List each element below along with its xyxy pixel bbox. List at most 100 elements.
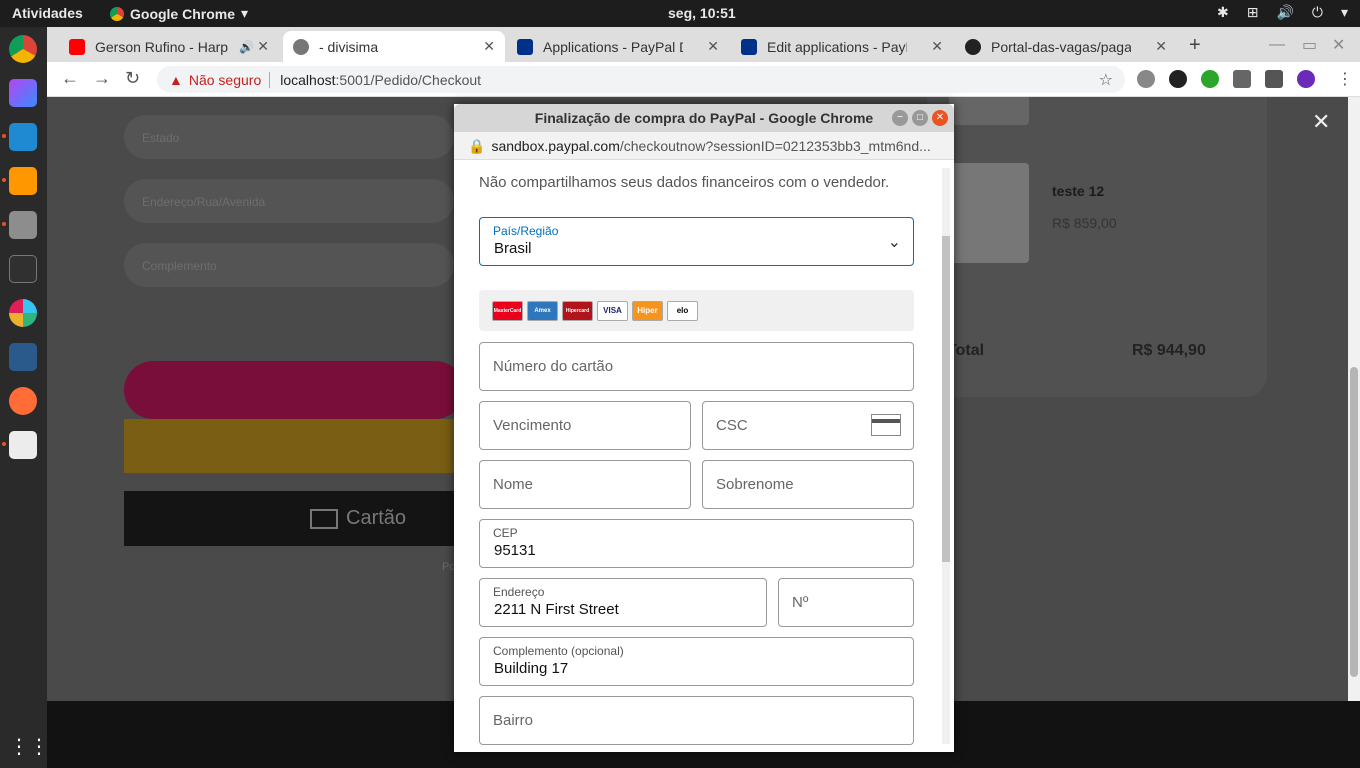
close-icon[interactable]: ✕ xyxy=(483,38,495,55)
sublime-dock-icon[interactable] xyxy=(9,167,37,195)
restore-icon[interactable]: ▭ xyxy=(1302,35,1317,55)
profile-avatar[interactable] xyxy=(1297,70,1315,88)
new-tab-button[interactable]: + xyxy=(1189,34,1201,57)
product-price: R$ 859,00 xyxy=(1052,215,1117,231)
files-dock-icon[interactable] xyxy=(9,211,37,239)
hipercard-icon: Hipercard xyxy=(562,300,593,321)
minimize-icon[interactable]: − xyxy=(892,110,908,126)
complement-input[interactable]: Complemento (opcional) Building 17 xyxy=(479,637,914,686)
back-icon[interactable]: ← xyxy=(61,68,79,89)
activities-button[interactable]: Atividades xyxy=(12,5,83,21)
visa-icon: VISA xyxy=(597,300,628,321)
show-apps-icon[interactable]: ⋮⋮ xyxy=(9,733,49,761)
clock[interactable]: seg, 10:51 xyxy=(668,5,736,21)
card-number-placeholder: Número do cartão xyxy=(493,358,614,375)
warning-icon[interactable]: ▲ xyxy=(169,72,183,88)
tab-paypal-applications[interactable]: Applications - PayPal De ✕ xyxy=(507,31,729,62)
power-icon[interactable]: ⏻ xyxy=(1312,4,1323,21)
slack-tray-icon[interactable]: ✱ xyxy=(1217,4,1229,21)
extension-icon[interactable] xyxy=(1201,70,1219,88)
app-menu[interactable]: Google Chrome ▾ xyxy=(110,5,248,22)
phpstorm-dock-icon[interactable] xyxy=(9,79,37,107)
cep-label: CEP xyxy=(493,526,518,540)
close-icon[interactable]: ✕ xyxy=(1312,109,1330,135)
popup-url-host: sandbox.paypal.com xyxy=(491,138,620,154)
card-number-input[interactable]: Número do cartão xyxy=(479,342,914,391)
amex-icon: Amex xyxy=(527,300,558,321)
complement-value: Building 17 xyxy=(494,660,569,677)
tab-strip: Gerson Rufino - Harp 🔊 ✕ - divisima ✕ Ap… xyxy=(47,27,1360,62)
cep-value: 95131 xyxy=(494,542,536,559)
chrome-icon xyxy=(110,6,124,21)
minimize-icon[interactable]: — xyxy=(1269,36,1285,54)
number-placeholder: Nº xyxy=(792,594,809,611)
window-close-icon[interactable]: ✕ xyxy=(1332,35,1345,55)
vscode-dock-icon[interactable] xyxy=(9,123,37,151)
window-controls: − □ ✕ xyxy=(892,110,948,126)
paypal-button[interactable] xyxy=(124,361,464,419)
omnibox[interactable]: ▲ Não seguro localhost :5001/Pedido/Chec… xyxy=(157,66,1125,93)
mysql-workbench-dock-icon[interactable] xyxy=(9,343,37,371)
address-input[interactable]: Endereço 2211 N First Street xyxy=(479,578,767,627)
forward-icon[interactable]: → xyxy=(93,68,111,89)
system-top-bar: Atividades Google Chrome ▾ seg, 10:51 ✱ … xyxy=(0,0,1360,27)
audio-icon[interactable]: 🔊 xyxy=(239,40,254,54)
address-label: Endereço xyxy=(493,585,545,599)
close-icon[interactable]: ✕ xyxy=(932,110,948,126)
complement-field[interactable]: Complemento xyxy=(124,243,454,287)
github-icon xyxy=(965,38,981,55)
district-placeholder: Bairro xyxy=(493,712,534,729)
country-select[interactable]: País/Região Brasil ⌄ xyxy=(479,217,914,266)
district-input[interactable]: Bairro xyxy=(479,696,914,745)
maximize-icon[interactable]: □ xyxy=(912,110,928,126)
media-icon[interactable] xyxy=(1265,70,1283,88)
reload-icon[interactable]: ↻ xyxy=(125,68,140,89)
tab-github[interactable]: Portal-das-vagas/pagar ✕ xyxy=(955,31,1177,62)
extension-icon[interactable] xyxy=(1137,70,1155,88)
close-icon[interactable]: ✕ xyxy=(931,38,943,55)
number-input[interactable]: Nº xyxy=(778,578,914,627)
last-name-input[interactable]: Sobrenome xyxy=(702,460,914,509)
paypal-popup-window: Finalização de compra do PayPal - Google… xyxy=(454,104,954,752)
close-icon[interactable]: ✕ xyxy=(1155,38,1167,55)
network-icon[interactable]: ⊞ xyxy=(1247,4,1259,21)
divider xyxy=(269,71,271,88)
product-name: teste 12 xyxy=(1052,183,1105,199)
tab-title: - divisima xyxy=(319,38,379,55)
slack-dock-icon[interactable] xyxy=(9,299,37,327)
tab-title: Portal-das-vagas/pagar xyxy=(991,38,1131,55)
tab-divisima[interactable]: - divisima ✕ xyxy=(283,31,505,62)
address-value: 2211 N First Street xyxy=(494,601,619,618)
page-scrollbar[interactable] xyxy=(1348,97,1360,701)
card-button-label: Cartão xyxy=(346,507,407,529)
paypal-form: Não compartilhamos seus dados financeiro… xyxy=(454,160,940,752)
close-icon[interactable]: ✕ xyxy=(257,38,269,55)
csc-input[interactable]: CSC xyxy=(702,401,914,450)
card-button[interactable]: Cartão xyxy=(124,491,464,546)
volume-icon[interactable]: 🔊 xyxy=(1276,4,1293,21)
chrome-dock-icon[interactable] xyxy=(9,35,37,63)
menu-icon[interactable]: ⋮ xyxy=(1337,69,1353,89)
tab-paypal-edit[interactable]: Edit applications - PayP ✕ xyxy=(731,31,953,62)
chevron-down-icon[interactable]: ▾ xyxy=(1341,4,1348,21)
terminal-dock-icon[interactable] xyxy=(9,255,37,283)
bookmark-star-icon[interactable]: ☆ xyxy=(1099,70,1113,90)
street-field[interactable]: Endereço/Rua/Avenida xyxy=(124,179,454,223)
text-editor-dock-icon[interactable] xyxy=(9,431,37,459)
tab-youtube[interactable]: Gerson Rufino - Harp 🔊 ✕ xyxy=(59,31,279,62)
system-tray[interactable]: ✱ ⊞ 🔊 ⏻ ▾ xyxy=(1217,4,1348,21)
postman-dock-icon[interactable] xyxy=(9,387,37,415)
cep-input[interactable]: CEP 95131 xyxy=(479,519,914,568)
paypal-alt-button[interactable] xyxy=(124,419,464,473)
close-icon[interactable]: ✕ xyxy=(707,38,719,55)
state-field[interactable]: Estado xyxy=(124,115,454,159)
expiry-input[interactable]: Vencimento xyxy=(479,401,691,450)
popup-scrollbar[interactable] xyxy=(942,168,950,744)
first-name-input[interactable]: Nome xyxy=(479,460,691,509)
puzzle-icon[interactable] xyxy=(1233,70,1251,88)
paypal-icon xyxy=(517,38,533,55)
security-label[interactable]: Não seguro xyxy=(189,72,261,88)
extension-icon[interactable] xyxy=(1169,70,1187,88)
popup-url-bar: 🔒 sandbox.paypal.com/checkoutnow?sessionI… xyxy=(454,132,954,160)
complement-label: Complemento (opcional) xyxy=(493,644,624,658)
